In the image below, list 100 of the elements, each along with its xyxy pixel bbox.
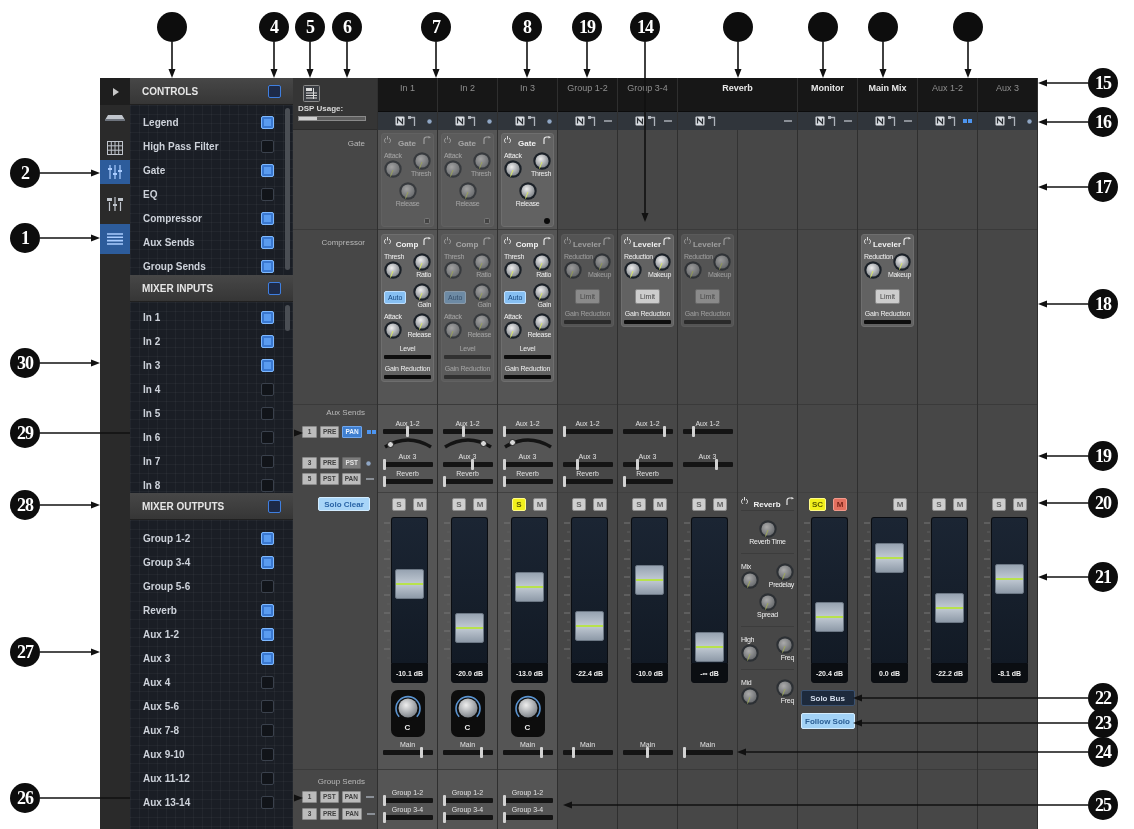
slider-thumb[interactable] [442,812,446,823]
solo-button[interactable]: S [392,497,406,511]
rail-button[interactable] [100,224,130,254]
send-slider[interactable] [502,798,553,803]
solo-clear-button[interactable]: Solo Clear [318,497,370,511]
send-slider[interactable] [502,479,553,484]
send-slider[interactable] [502,750,553,755]
checkbox[interactable] [261,358,274,372]
window-icon[interactable] [303,85,320,102]
power-icon[interactable] [864,237,871,244]
letter-n-icon[interactable] [395,116,405,126]
monitor-button[interactable]: Follow Solo [800,713,855,729]
knob[interactable] [413,253,431,271]
letter-n-icon[interactable] [935,116,945,126]
send-slider[interactable] [382,429,433,434]
checkbox[interactable] [261,699,274,713]
pan-arc[interactable] [502,437,553,449]
fader-cap[interactable] [575,611,604,642]
fader-cap[interactable] [935,593,964,624]
knob[interactable] [741,571,759,589]
solo-button[interactable]: S [452,497,466,511]
knob[interactable] [504,160,522,178]
knob[interactable] [413,313,431,331]
letter-n-icon[interactable] [815,116,825,126]
letter-n-icon[interactable] [455,116,465,126]
checkbox[interactable] [261,334,274,348]
letter-n-icon[interactable] [995,116,1005,126]
slider-thumb[interactable] [502,795,506,806]
fader-cap[interactable] [995,563,1024,594]
send-slider[interactable] [622,750,673,755]
checkbox[interactable] [261,747,274,761]
checkbox[interactable] [261,531,274,545]
checkbox[interactable] [261,603,274,617]
knob[interactable] [384,261,402,279]
bracket-icon[interactable] [408,116,416,126]
send-slider[interactable] [502,815,553,820]
slider-thumb[interactable] [382,476,386,487]
scrollbar-thumb[interactable] [285,108,290,270]
send-slider[interactable] [382,798,433,803]
knob[interactable] [533,152,551,170]
checkbox[interactable] [261,310,274,324]
knob[interactable] [533,313,551,331]
mute-button[interactable]: M [593,497,607,511]
header-checkbox[interactable] [268,281,281,295]
corner-arrow-icon[interactable] [423,237,431,245]
send-slider[interactable] [562,479,613,484]
solo-button[interactable]: SC [808,497,826,511]
solo-button[interactable]: S [572,497,586,511]
knob[interactable] [758,593,777,611]
fader-cap[interactable] [635,564,664,595]
checkbox[interactable] [261,795,274,809]
pan-thumb[interactable] [480,439,488,447]
corner-arrow-icon[interactable] [786,497,794,505]
slider-thumb[interactable] [502,426,506,437]
knob[interactable] [504,321,522,339]
send-slider[interactable] [622,462,673,467]
slider-thumb[interactable] [442,476,446,487]
slider-thumb[interactable] [562,476,566,487]
send-slider[interactable] [622,479,673,484]
power-icon[interactable] [384,237,391,244]
power-icon[interactable] [741,497,748,504]
slider-thumb[interactable] [575,459,579,470]
slider-thumb[interactable] [502,476,506,487]
checkbox[interactable] [261,115,274,129]
pan-thumb[interactable] [386,440,394,448]
slider-thumb[interactable] [462,426,466,437]
pan-arc[interactable] [382,437,433,449]
send-slider[interactable] [442,798,493,803]
mute-button[interactable]: M [653,497,667,511]
corner-arrow-icon[interactable] [663,237,671,245]
bracket-icon[interactable] [708,116,716,126]
power-icon[interactable] [504,136,511,143]
knob[interactable] [776,679,794,697]
send-slider[interactable] [562,462,613,467]
send-slider[interactable] [382,462,433,467]
slider-thumb[interactable] [470,459,474,470]
mute-button[interactable]: M [1013,497,1027,511]
fader-cap[interactable] [815,602,844,633]
slider-thumb[interactable] [540,747,544,758]
fader-cap[interactable] [455,612,484,643]
letter-n-icon[interactable] [515,116,525,126]
slider-thumb[interactable] [715,459,719,470]
checkbox[interactable] [261,675,274,689]
letter-n-icon[interactable] [695,116,705,126]
send-slider[interactable] [382,479,433,484]
checkbox[interactable] [261,430,274,444]
bracket-icon[interactable] [888,116,896,126]
header-checkbox[interactable] [268,499,281,513]
send-slider[interactable] [562,429,613,434]
bracket-icon[interactable] [648,116,656,126]
send-slider[interactable] [682,429,733,434]
fader-cap[interactable] [515,571,544,602]
slider-thumb[interactable] [502,459,506,470]
slider-thumb[interactable] [682,747,686,758]
send-slider[interactable] [502,429,553,434]
corner-arrow-icon[interactable] [903,237,911,245]
letter-n-icon[interactable] [575,116,585,126]
slider-thumb[interactable] [420,747,424,758]
slider-thumb[interactable] [502,812,506,823]
slider-thumb[interactable] [562,426,566,437]
